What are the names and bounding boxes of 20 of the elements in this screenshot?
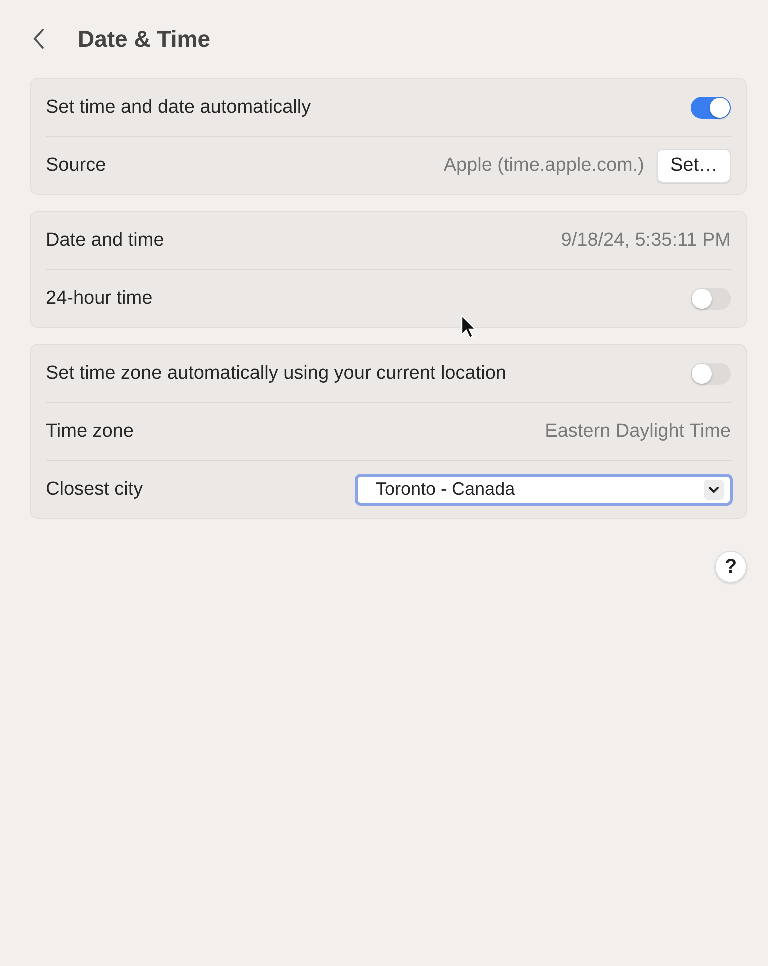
- setting-label: 24-hour time: [46, 288, 153, 310]
- setting-label: Set time and date automatically: [46, 96, 312, 118]
- setting-value: Apple (time.apple.com.): [444, 154, 644, 176]
- page-title: Date & Time: [78, 26, 211, 52]
- setting-label: Closest city: [46, 478, 144, 500]
- setting-value: 9/18/24, 5:35:11 PM: [561, 230, 731, 252]
- city-dropdown[interactable]: Toronto - Canada: [355, 474, 733, 506]
- chevron-down-icon: [704, 480, 724, 500]
- toggle-switch[interactable]: [691, 288, 731, 310]
- help-button[interactable]: ?: [715, 551, 747, 583]
- setting-label: Date and time: [46, 230, 164, 252]
- setting-label: Source: [46, 154, 106, 176]
- setting-label: Set time zone automatically using your current location: [46, 362, 506, 384]
- setting-label: Time zone: [46, 420, 134, 442]
- setting-value: Eastern Daylight Time: [545, 420, 731, 442]
- back-icon[interactable]: [33, 28, 45, 50]
- toggle-switch[interactable]: [691, 362, 731, 384]
- mouse-pointer-icon: [461, 315, 477, 341]
- set-button[interactable]: Set…: [657, 148, 731, 182]
- toggle-switch[interactable]: [691, 96, 731, 118]
